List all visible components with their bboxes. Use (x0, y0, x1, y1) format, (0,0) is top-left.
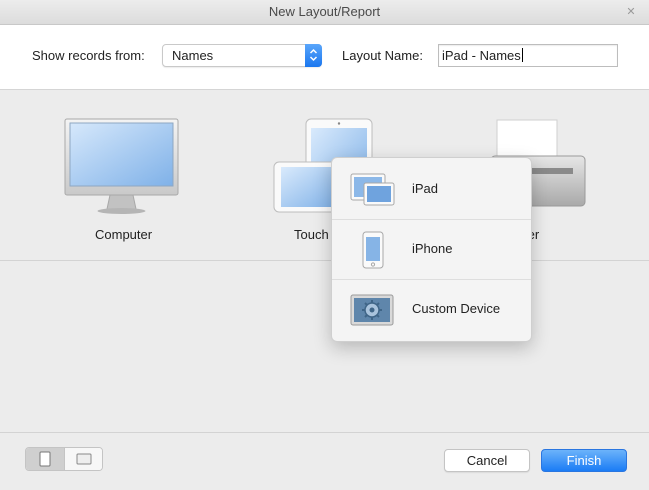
layout-name-value: iPad - Names (442, 48, 523, 63)
chevron-updown-icon[interactable] (305, 44, 322, 67)
menu-item-custom-device-label: Custom Device (412, 301, 501, 316)
ipad-icon (350, 171, 396, 210)
computer-icon[interactable] (64, 118, 179, 218)
window-title: New Layout/Report (268, 4, 381, 19)
table-select[interactable]: Names (162, 44, 322, 67)
text-caret (521, 48, 523, 62)
footer: Cancel Finish (0, 432, 649, 490)
menu-item-iphone[interactable]: iPhone (332, 220, 531, 279)
device-chooser: Computer Touch (0, 90, 649, 261)
menu-item-ipad-label: iPad (412, 181, 439, 196)
menu-item-iphone-label: iPhone (412, 241, 453, 256)
menu-item-custom-device[interactable]: Custom Device (332, 280, 531, 339)
finish-button[interactable]: Finish (541, 449, 627, 472)
device-label-computer: Computer (95, 227, 153, 242)
table-select-value: Names (172, 48, 214, 63)
show-records-label: Show records from: (32, 48, 145, 63)
close-icon[interactable]: ✕ (623, 4, 639, 20)
device-label-touch: Touch (294, 227, 329, 242)
device-popup-menu: iPad iPhone Custom Device (331, 157, 532, 342)
menu-item-ipad[interactable]: iPad (332, 160, 531, 219)
landscape-segment[interactable] (64, 448, 102, 470)
new-layout-dialog: New Layout/Report ✕ Show records from: N… (0, 0, 649, 489)
layout-name-label: Layout Name: (342, 48, 423, 63)
orientation-toggle[interactable] (25, 447, 103, 471)
header-form: Show records from: Names Layout Name: iP… (0, 25, 649, 90)
title-bar: New Layout/Report ✕ (0, 0, 649, 25)
landscape-icon (76, 453, 92, 465)
layout-name-text: iPad - Names (442, 48, 521, 63)
cancel-button[interactable]: Cancel (444, 449, 530, 472)
iphone-icon (362, 231, 384, 272)
layout-name-input[interactable]: iPad - Names (438, 44, 618, 67)
portrait-icon (39, 451, 51, 467)
custom-device-icon (350, 294, 394, 329)
portrait-segment[interactable] (26, 448, 64, 470)
